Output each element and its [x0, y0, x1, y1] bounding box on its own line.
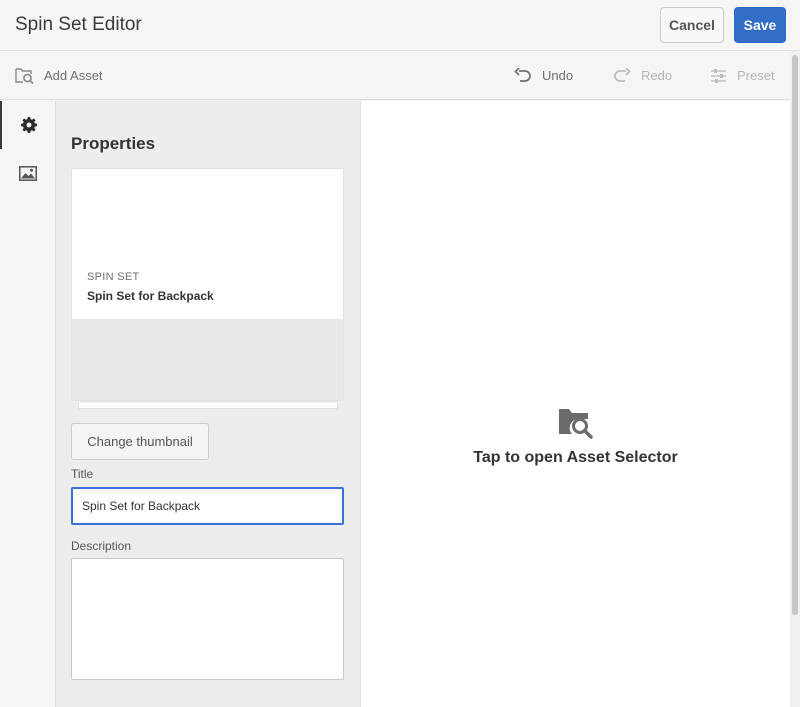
thumbnail-placeholder — [72, 319, 343, 400]
card-stack-edge — [78, 403, 338, 409]
redo-icon — [613, 67, 641, 84]
title-field[interactable] — [71, 487, 344, 525]
add-asset-button[interactable]: Add Asset — [15, 51, 103, 100]
asset-selector-trigger[interactable]: Tap to open Asset Selector — [361, 406, 790, 467]
change-thumbnail-button[interactable]: Change thumbnail — [71, 423, 209, 460]
folder-search-icon — [558, 406, 594, 445]
card-type-label: SPIN SET — [87, 271, 140, 283]
asset-card: SPIN SET Spin Set for Backpack — [71, 168, 344, 401]
scrollbar-thumb[interactable] — [792, 55, 798, 615]
editor-header: Spin Set Editor Cancel Save — [0, 0, 800, 51]
sliders-icon — [710, 68, 737, 84]
toolbar: Add Asset Undo Redo Preset — [0, 51, 790, 100]
redo-button[interactable]: Redo — [613, 51, 672, 100]
description-label: Description — [71, 539, 132, 553]
properties-heading: Properties — [71, 134, 156, 153]
undo-icon — [514, 67, 542, 84]
title-label: Title — [71, 467, 94, 481]
folder-search-icon — [15, 67, 44, 84]
assets-tab[interactable] — [0, 149, 55, 197]
page-title: Spin Set Editor — [15, 14, 142, 35]
add-asset-label: Add Asset — [44, 68, 103, 83]
redo-label: Redo — [641, 68, 673, 83]
asset-selector-text: Tap to open Asset Selector — [473, 449, 678, 466]
properties-tab[interactable] — [0, 101, 55, 149]
save-button[interactable]: Save — [734, 7, 786, 43]
card-title: Spin Set for Backpack — [87, 289, 214, 303]
gear-icon — [20, 117, 37, 133]
editor-canvas: Tap to open Asset Selector — [361, 101, 790, 707]
side-rail — [0, 101, 56, 707]
preset-button[interactable]: Preset — [710, 51, 775, 100]
image-icon — [18, 165, 37, 181]
description-field[interactable] — [71, 558, 344, 680]
cancel-button[interactable]: Cancel — [660, 7, 724, 43]
undo-label: Undo — [542, 68, 574, 83]
preset-label: Preset — [737, 68, 775, 83]
undo-button[interactable]: Undo — [514, 51, 573, 100]
properties-panel: Properties SPIN SET Spin Set for Backpac… — [56, 101, 361, 707]
